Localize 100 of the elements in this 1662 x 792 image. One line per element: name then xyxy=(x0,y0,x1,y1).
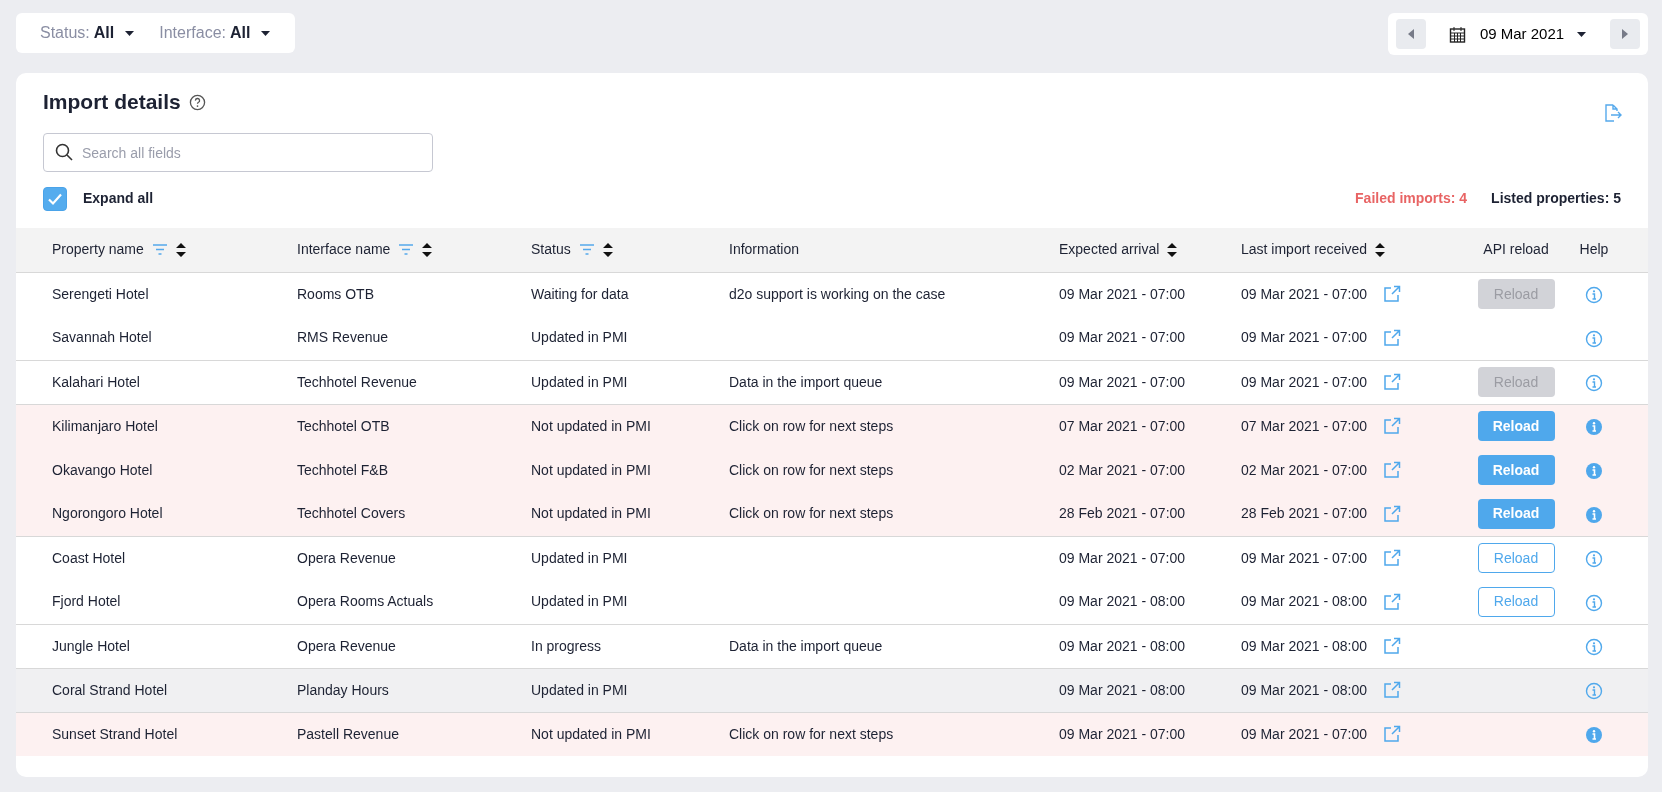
info-icon[interactable] xyxy=(1585,505,1603,524)
table-cell: Data in the import queue xyxy=(729,637,883,654)
table-cell: Fjord Hotel xyxy=(52,593,121,610)
external-link-icon[interactable] xyxy=(1383,461,1402,479)
external-link-icon[interactable] xyxy=(1383,373,1402,391)
column-header[interactable]: Property name xyxy=(52,239,144,261)
caret-icon xyxy=(260,29,272,37)
table-cell-text: 07 Mar 2021 - 07:00 xyxy=(1241,416,1368,436)
table-row[interactable]: Okavango Hotel Techhotel F&B Not updated in PMI Click on row for next steps 02 Mar 2021 - 07:00 02 Mar 2021 - 07:00 Reload xyxy=(16,448,1648,492)
table-cell: Coral Strand Hotel xyxy=(52,681,168,698)
external-link-icon[interactable] xyxy=(1383,725,1402,744)
sort-icon[interactable] xyxy=(1167,242,1178,257)
table-cell: 09 Mar 2021 - 07:00 xyxy=(1059,329,1186,346)
table-row[interactable]: Coral Strand Hotel Planday Hours Updated in PMI 09 Mar 2021 - 08:00 09 Mar 2021 - 08:00 xyxy=(16,668,1648,712)
table-cell: Updated in PMI xyxy=(531,373,628,390)
filter-icon[interactable] xyxy=(578,243,595,257)
table-cell: 07 Mar 2021 - 07:00 xyxy=(1059,417,1186,434)
table-cell: Planday Hours xyxy=(297,681,389,698)
caret-icon xyxy=(124,29,136,37)
table-row[interactable]: Savannah Hotel RMS Revenue Updated in PMI 09 Mar 2021 - 07:00 09 Mar 2021 - 07:00 xyxy=(16,316,1648,360)
right-arrow-icon xyxy=(1621,28,1629,40)
table-cell: Techhotel OTB xyxy=(297,417,390,434)
table-cell: Click on row for next steps xyxy=(729,725,894,742)
export-icon[interactable] xyxy=(1602,103,1622,123)
expand-all-label: Expand all xyxy=(83,189,154,208)
table-cell: Rooms OTB xyxy=(297,285,374,302)
caret-icon xyxy=(1576,30,1588,38)
table-cell: Not updated in PMI xyxy=(531,505,651,522)
table-cell: RMS Revenue xyxy=(297,329,389,346)
help-icon[interactable] xyxy=(188,93,206,111)
external-link-icon[interactable] xyxy=(1383,549,1402,568)
external-link-icon[interactable] xyxy=(1383,417,1402,436)
table-cell: Techhotel F&B xyxy=(297,461,389,478)
table-cell-text: 02 Mar 2021 - 07:00 xyxy=(1241,460,1368,480)
table-cell: Kilimanjaro Hotel xyxy=(52,417,158,434)
filter-icon[interactable] xyxy=(151,243,168,257)
table-cell: Waiting for data xyxy=(531,285,629,302)
info-icon[interactable] xyxy=(1585,726,1603,745)
previous-button[interactable] xyxy=(1396,19,1426,49)
table-cell-text: 09 Mar 2021 - 07:00 xyxy=(1241,284,1368,304)
search-field[interactable]: Search all fields xyxy=(43,133,433,172)
table-cell-text: 09 Mar 2021 - 07:00 xyxy=(1241,372,1368,392)
table-cell-text: 09 Mar 2021 - 08:00 xyxy=(1241,680,1368,700)
table-cell: Not updated in PMI xyxy=(531,461,651,478)
table-cell: Pastell Revenue xyxy=(297,725,399,742)
external-link-icon[interactable] xyxy=(1383,504,1402,523)
table-cell-text: 09 Mar 2021 - 07:00 xyxy=(1241,328,1368,348)
table-cell-text: 09 Mar 2021 - 07:00 xyxy=(1241,548,1368,568)
table-row[interactable]: Sunset Strand Hotel Pastell Revenue Not updated in PMI Click on row for next steps 09 Mar 2021 - 07:00 09 Mar 2021 - 07:00 xyxy=(16,712,1648,756)
table-row[interactable]: Jungle Hotel Opera Revenue In progress Data in the import queue 09 Mar 2021 - 08:00 09 Mar 2021 - 08:00 xyxy=(16,624,1648,668)
external-link-icon[interactable] xyxy=(1383,285,1402,304)
table-row[interactable]: Fjord Hotel Opera Rooms Actuals Updated in PMI 09 Mar 2021 - 08:00 09 Mar 2021 - 08:00 Reload xyxy=(16,580,1648,624)
sort-icon[interactable] xyxy=(422,242,433,257)
info-icon[interactable] xyxy=(1585,593,1603,612)
table-cell: 09 Mar 2021 - 08:00 xyxy=(1059,681,1186,698)
sort-icon[interactable] xyxy=(1375,242,1386,257)
table-cell: Not updated in PMI xyxy=(531,417,651,434)
table-cell: 02 Mar 2021 - 07:00 xyxy=(1059,461,1186,478)
table-cell: Sunset Strand Hotel xyxy=(52,725,178,742)
table-cell: 09 Mar 2021 - 08:00 xyxy=(1059,637,1186,654)
external-link-icon[interactable] xyxy=(1383,328,1402,347)
info-icon[interactable] xyxy=(1585,681,1603,700)
info-icon[interactable] xyxy=(1585,550,1603,569)
expand-all-checkbox[interactable] xyxy=(43,186,67,211)
table-cell: Updated in PMI xyxy=(531,549,628,566)
info-icon[interactable] xyxy=(1585,461,1603,480)
sort-icon[interactable] xyxy=(602,242,613,257)
panel-title: Import details xyxy=(43,89,181,115)
table-cell: Not updated in PMI xyxy=(531,725,651,742)
table-cell: 09 Mar 2021 - 07:00 xyxy=(1059,549,1186,566)
info-icon[interactable] xyxy=(1585,373,1603,392)
filter-dropdown[interactable]: Status: All xyxy=(40,21,136,45)
filter-dropdown[interactable]: Interface: All xyxy=(159,21,272,45)
table-cell: Jungle Hotel xyxy=(52,637,130,654)
table-cell: d2o support is working on the case xyxy=(729,285,946,302)
table-cell: Updated in PMI xyxy=(531,593,628,610)
filter-icon[interactable] xyxy=(398,243,415,257)
sort-icon[interactable] xyxy=(175,242,186,257)
table-row[interactable]: Ngorongoro Hotel Techhotel Covers Not updated in PMI Click on row for next steps 28 Feb 2021 - 07:00 28 Feb 2021 - 07:00 Reload xyxy=(16,492,1648,536)
table-cell: Okavango Hotel xyxy=(52,461,153,478)
table-cell-text: 09 Mar 2021 - 07:00 xyxy=(1241,724,1368,744)
table-row[interactable]: Kilimanjaro Hotel Techhotel OTB Not updated in PMI Click on row for next steps 07 Mar 2021 - 07:00 07 Mar 2021 - 07:00 Reload xyxy=(16,404,1648,448)
info-icon[interactable] xyxy=(1585,637,1603,656)
info-icon[interactable] xyxy=(1585,286,1603,305)
table-cell: 09 Mar 2021 - 07:00 xyxy=(1059,725,1186,742)
table-cell-text: 09 Mar 2021 - 08:00 xyxy=(1241,592,1368,612)
table-row[interactable]: Coast Hotel Opera Revenue Updated in PMI 09 Mar 2021 - 07:00 09 Mar 2021 - 07:00 Reload xyxy=(16,536,1648,580)
table-cell-text: 28 Feb 2021 - 07:00 xyxy=(1241,504,1368,524)
failed-imports-count: Failed imports: 4 xyxy=(1355,189,1468,208)
external-link-icon[interactable] xyxy=(1383,592,1402,611)
info-icon[interactable] xyxy=(1585,329,1603,348)
table-cell: Serengeti Hotel xyxy=(52,285,149,302)
left-arrow-icon xyxy=(1407,28,1415,40)
column-header[interactable]: Information xyxy=(729,239,800,261)
external-link-icon[interactable] xyxy=(1383,637,1402,655)
info-icon[interactable] xyxy=(1585,418,1603,437)
next-button[interactable] xyxy=(1610,19,1640,49)
listed-properties-count: Listed properties: 5 xyxy=(1491,189,1621,208)
external-link-icon[interactable] xyxy=(1383,681,1402,699)
column-header[interactable]: Status xyxy=(531,239,571,261)
